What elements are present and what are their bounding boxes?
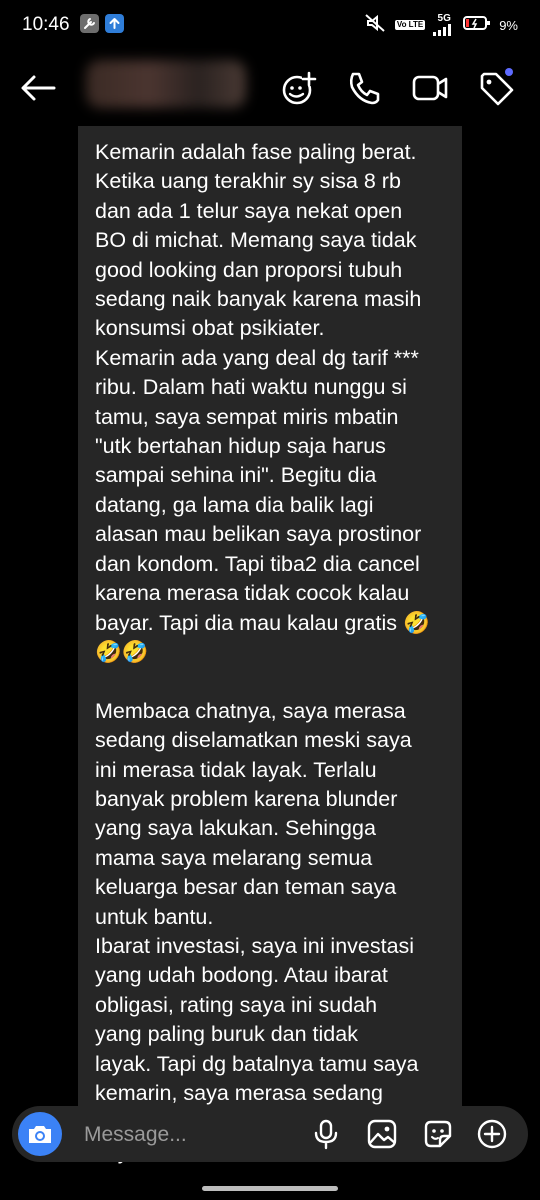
notification-dot	[505, 68, 513, 76]
more-options-button[interactable]	[476, 1118, 508, 1150]
add-to-chat-button[interactable]	[278, 68, 318, 108]
gallery-icon	[367, 1119, 397, 1149]
wrench-icon	[80, 14, 99, 33]
network-label: 5G	[437, 13, 451, 24]
status-right-cluster: Vo LTE 5G 9%	[363, 13, 518, 37]
home-indicator[interactable]	[202, 1186, 338, 1191]
video-call-button[interactable]	[410, 68, 450, 108]
signal-icon: 5G	[433, 14, 455, 36]
phone-icon	[349, 72, 380, 105]
mute-icon	[363, 12, 387, 39]
plus-icon	[477, 1119, 507, 1149]
chat-header	[0, 52, 540, 124]
upload-icon	[105, 14, 124, 33]
voice-call-button[interactable]	[343, 68, 383, 108]
message-input[interactable]	[82, 1114, 286, 1156]
microphone-icon	[314, 1119, 338, 1150]
message-composer	[12, 1106, 528, 1162]
status-bar: 10:46 Vo LTE 5G 9%	[0, 0, 540, 52]
status-time: 10:46	[22, 14, 70, 35]
voice-message-button[interactable]	[310, 1118, 342, 1150]
add-to-chat-icon	[282, 71, 317, 105]
gallery-button[interactable]	[366, 1118, 398, 1150]
tag-button[interactable]	[476, 68, 516, 108]
volte-badge: Vo LTE	[394, 20, 426, 30]
sticker-button[interactable]	[422, 1118, 454, 1150]
message-text: Kemarin adalah fase paling berat. Ketika…	[95, 140, 430, 1164]
back-button[interactable]	[18, 70, 58, 106]
battery-icon	[463, 15, 491, 36]
back-arrow-icon	[21, 75, 56, 101]
message-bubble[interactable]: Kemarin adalah fase paling berat. Ketika…	[78, 126, 462, 1164]
video-icon	[412, 75, 448, 101]
sticker-icon	[424, 1120, 452, 1148]
camera-button[interactable]	[18, 1112, 62, 1156]
camera-icon	[29, 1126, 51, 1143]
contact-name-blurred[interactable]	[86, 60, 246, 108]
battery-level: 9%	[499, 17, 518, 33]
